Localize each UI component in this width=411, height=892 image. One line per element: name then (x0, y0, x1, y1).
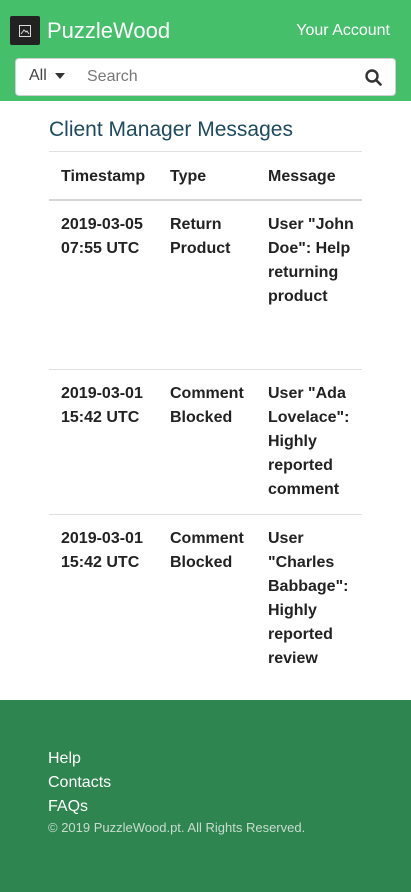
table-row[interactable]: 2019-03-05 07:55 UTC Return Product User… (49, 201, 362, 370)
cell-timestamp: 2019-03-01 15:42 UTC (61, 530, 143, 571)
caret-down-icon (55, 73, 65, 79)
search-bar: All (15, 58, 396, 96)
top-navbar: PuzzleWood Your Account All (0, 0, 411, 101)
category-filter-dropdown[interactable]: All (16, 59, 78, 95)
column-header-message[interactable]: Message (268, 167, 360, 187)
search-button[interactable] (361, 64, 387, 90)
footer: Help Contacts FAQs © 2019 PuzzleWood.pt.… (0, 700, 411, 892)
cell-type: Comment Blocked (170, 530, 244, 571)
page-title: Client Manager Messages (49, 118, 293, 141)
logo[interactable] (10, 16, 40, 45)
cell-type: Comment Blocked (170, 385, 244, 426)
table-header: Timestamp Type Message (49, 151, 362, 201)
table-row[interactable]: 2019-03-01 15:42 UTC Comment Blocked Use… (49, 370, 362, 515)
cell-timestamp: 2019-03-01 15:42 UTC (61, 385, 143, 426)
column-header-type[interactable]: Type (170, 167, 262, 187)
search-input[interactable] (87, 60, 357, 94)
cell-timestamp: 2019-03-05 07:55 UTC (61, 216, 143, 257)
image-icon (19, 25, 31, 37)
column-header-timestamp[interactable]: Timestamp (61, 167, 161, 187)
cell-type: Return Product (170, 216, 231, 257)
search-icon (365, 69, 382, 86)
filter-label: All (29, 67, 47, 84)
cell-message: User "Ada Lovelace": Highly reported com… (268, 385, 350, 498)
table-row[interactable]: 2019-03-01 15:42 UTC Comment Blocked Use… (49, 515, 362, 685)
account-link[interactable]: Your Account (296, 21, 390, 41)
cell-message: User "Charles Babbage": Highly reported … (268, 530, 349, 667)
cell-message: User "John Doe": Help returning product (268, 216, 354, 305)
messages-table: Timestamp Type Message 2019-03-05 07:55 … (49, 151, 362, 685)
copyright-text: © 2019 PuzzleWood.pt. All Rights Reserve… (48, 820, 306, 835)
footer-link-faqs[interactable]: FAQs (48, 797, 88, 817)
footer-link-help[interactable]: Help (48, 749, 81, 769)
brand-name[interactable]: PuzzleWood (47, 17, 170, 45)
footer-link-contacts[interactable]: Contacts (48, 773, 111, 793)
